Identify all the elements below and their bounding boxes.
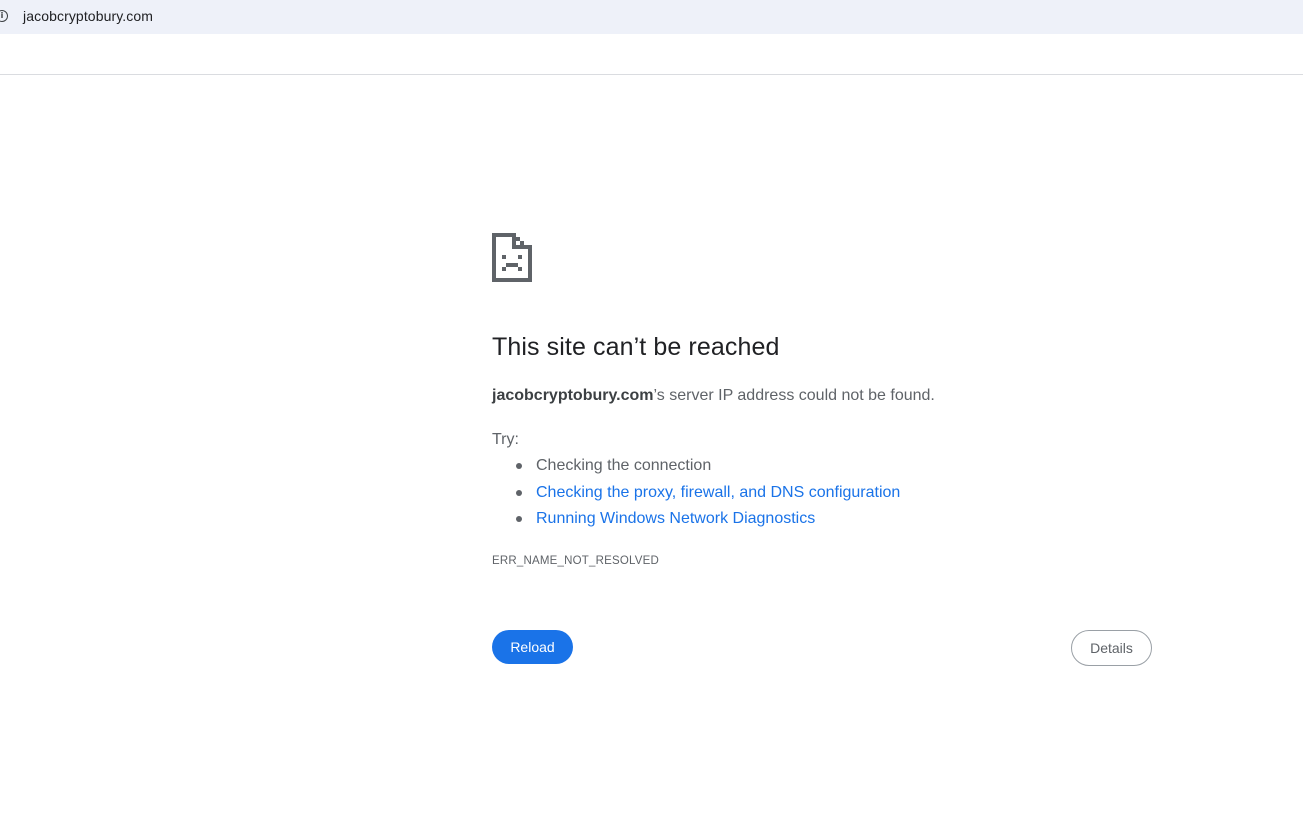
- error-summary: jacobcryptobury.com’s server IP address …: [492, 387, 935, 405]
- page-title: This site can’t be reached: [492, 333, 780, 361]
- address-bar[interactable]: i jacobcryptobury.com: [0, 0, 1303, 34]
- suggestion-link[interactable]: Running Windows Network Diagnostics: [536, 510, 815, 527]
- url-text[interactable]: jacobcryptobury.com: [23, 8, 153, 24]
- sad-page-icon: [492, 233, 532, 282]
- bookmarks-bar: [0, 34, 1303, 75]
- info-circle-icon[interactable]: i: [0, 10, 8, 22]
- bullet-icon: [516, 489, 522, 496]
- host-name: jacobcryptobury.com: [492, 387, 654, 404]
- suggestion-label: Checking the connection: [536, 457, 712, 474]
- suggestions-list: Checking the connection Checking the pro…: [492, 455, 900, 535]
- error-code: ERR_NAME_NOT_RESOLVED: [492, 555, 659, 567]
- suggestion-network-diagnostics-link[interactable]: Running Windows Network Diagnostics: [516, 508, 900, 535]
- suggestion-check-connection: Checking the connection: [516, 455, 900, 482]
- bullet-icon: [516, 463, 522, 469]
- try-label: Try:: [492, 431, 519, 448]
- summary-text: ’s server IP address could not be found.: [653, 387, 935, 404]
- suggestion-check-proxy-link[interactable]: Checking the proxy, firewall, and DNS co…: [516, 482, 900, 509]
- reload-button[interactable]: Reload: [492, 630, 573, 664]
- bullet-icon: [516, 516, 522, 522]
- details-button[interactable]: Details: [1071, 630, 1152, 666]
- suggestion-link[interactable]: Checking the proxy, firewall, and DNS co…: [536, 484, 900, 501]
